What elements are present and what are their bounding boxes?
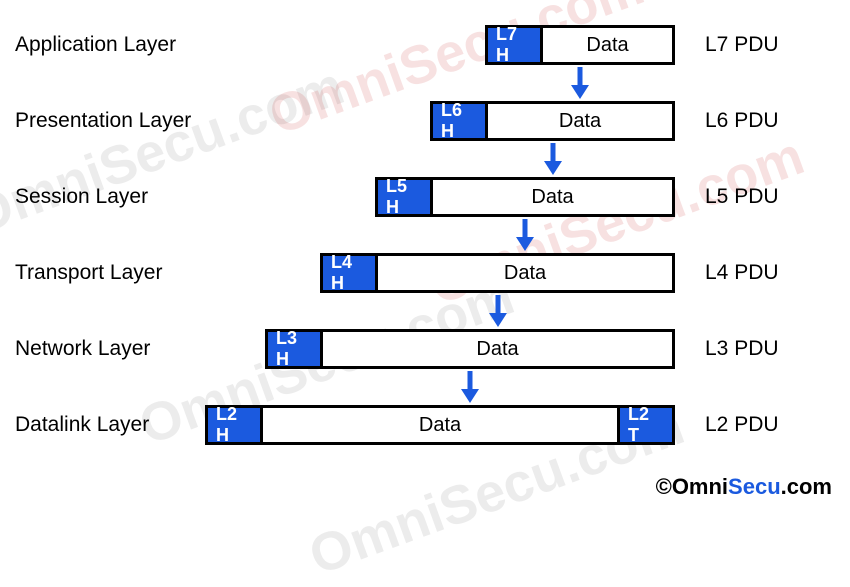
layer-name: Datalink Layer bbox=[15, 413, 205, 437]
packet-area: L4 HData bbox=[205, 253, 675, 293]
down-arrow-icon bbox=[514, 217, 536, 253]
layer-name: Network Layer bbox=[15, 337, 205, 361]
packet-header: L3 H bbox=[268, 332, 323, 366]
layer-name: Transport Layer bbox=[15, 261, 205, 285]
layer-row: Transport Layer L4 HData L4 PDU bbox=[15, 253, 835, 293]
packet-header: L7 H bbox=[488, 28, 543, 62]
encapsulation-diagram: Application LayerL7 HDataL7 PDUPresentat… bbox=[15, 25, 835, 445]
packet-area: L2 HDataL2 T bbox=[205, 405, 675, 445]
credit-omni: Omni bbox=[672, 474, 728, 499]
packet-area: L3 HData bbox=[205, 329, 675, 369]
packet-data: Data bbox=[263, 408, 617, 442]
packet-header: L5 H bbox=[378, 180, 433, 214]
credit-line: ©OmniSecu.com bbox=[656, 474, 832, 500]
packet: L5 HData bbox=[375, 177, 675, 217]
down-arrow-icon bbox=[487, 293, 509, 329]
packet-data: Data bbox=[323, 332, 672, 366]
pdu-label: L5 PDU bbox=[705, 185, 825, 209]
layer-row: Network Layer L3 HData L3 PDU bbox=[15, 329, 835, 369]
packet-data: Data bbox=[433, 180, 672, 214]
layer-row: Application Layer L7 HData L7 PDU bbox=[15, 25, 835, 65]
packet-header: L6 H bbox=[433, 104, 488, 138]
packet: L6 HData bbox=[430, 101, 675, 141]
packet-area: L5 HData bbox=[205, 177, 675, 217]
pdu-label: L4 PDU bbox=[705, 261, 825, 285]
down-arrow-icon bbox=[542, 141, 564, 177]
layer-row: Session Layer L5 HData L5 PDU bbox=[15, 177, 835, 217]
packet-header: L4 H bbox=[323, 256, 378, 290]
credit-dotcom: .com bbox=[781, 474, 832, 499]
packet-area: L7 HData bbox=[205, 25, 675, 65]
packet-data: Data bbox=[378, 256, 672, 290]
credit-secu: Secu bbox=[728, 474, 781, 499]
packet: L2 HDataL2 T bbox=[205, 405, 675, 445]
layer-row: Datalink LayerL2 HDataL2 T L2 PDU bbox=[15, 405, 835, 445]
packet: L4 HData bbox=[320, 253, 675, 293]
packet-data: Data bbox=[543, 28, 672, 62]
packet-header: L2 H bbox=[208, 408, 263, 442]
down-arrow-icon bbox=[459, 369, 481, 405]
layer-name: Application Layer bbox=[15, 33, 205, 57]
layer-row: Presentation Layer L6 HData L6 PDU bbox=[15, 101, 835, 141]
layer-name: Session Layer bbox=[15, 185, 205, 209]
copyright-symbol: © bbox=[656, 474, 672, 499]
pdu-label: L2 PDU bbox=[705, 413, 825, 437]
down-arrow-icon bbox=[569, 65, 591, 101]
packet: L3 HData bbox=[265, 329, 675, 369]
packet-data: Data bbox=[488, 104, 672, 138]
layer-name: Presentation Layer bbox=[15, 109, 205, 133]
packet-trailer: L2 T bbox=[617, 408, 672, 442]
pdu-label: L6 PDU bbox=[705, 109, 825, 133]
pdu-label: L7 PDU bbox=[705, 33, 825, 57]
packet-area: L6 HData bbox=[205, 101, 675, 141]
pdu-label: L3 PDU bbox=[705, 337, 825, 361]
packet: L7 HData bbox=[485, 25, 675, 65]
